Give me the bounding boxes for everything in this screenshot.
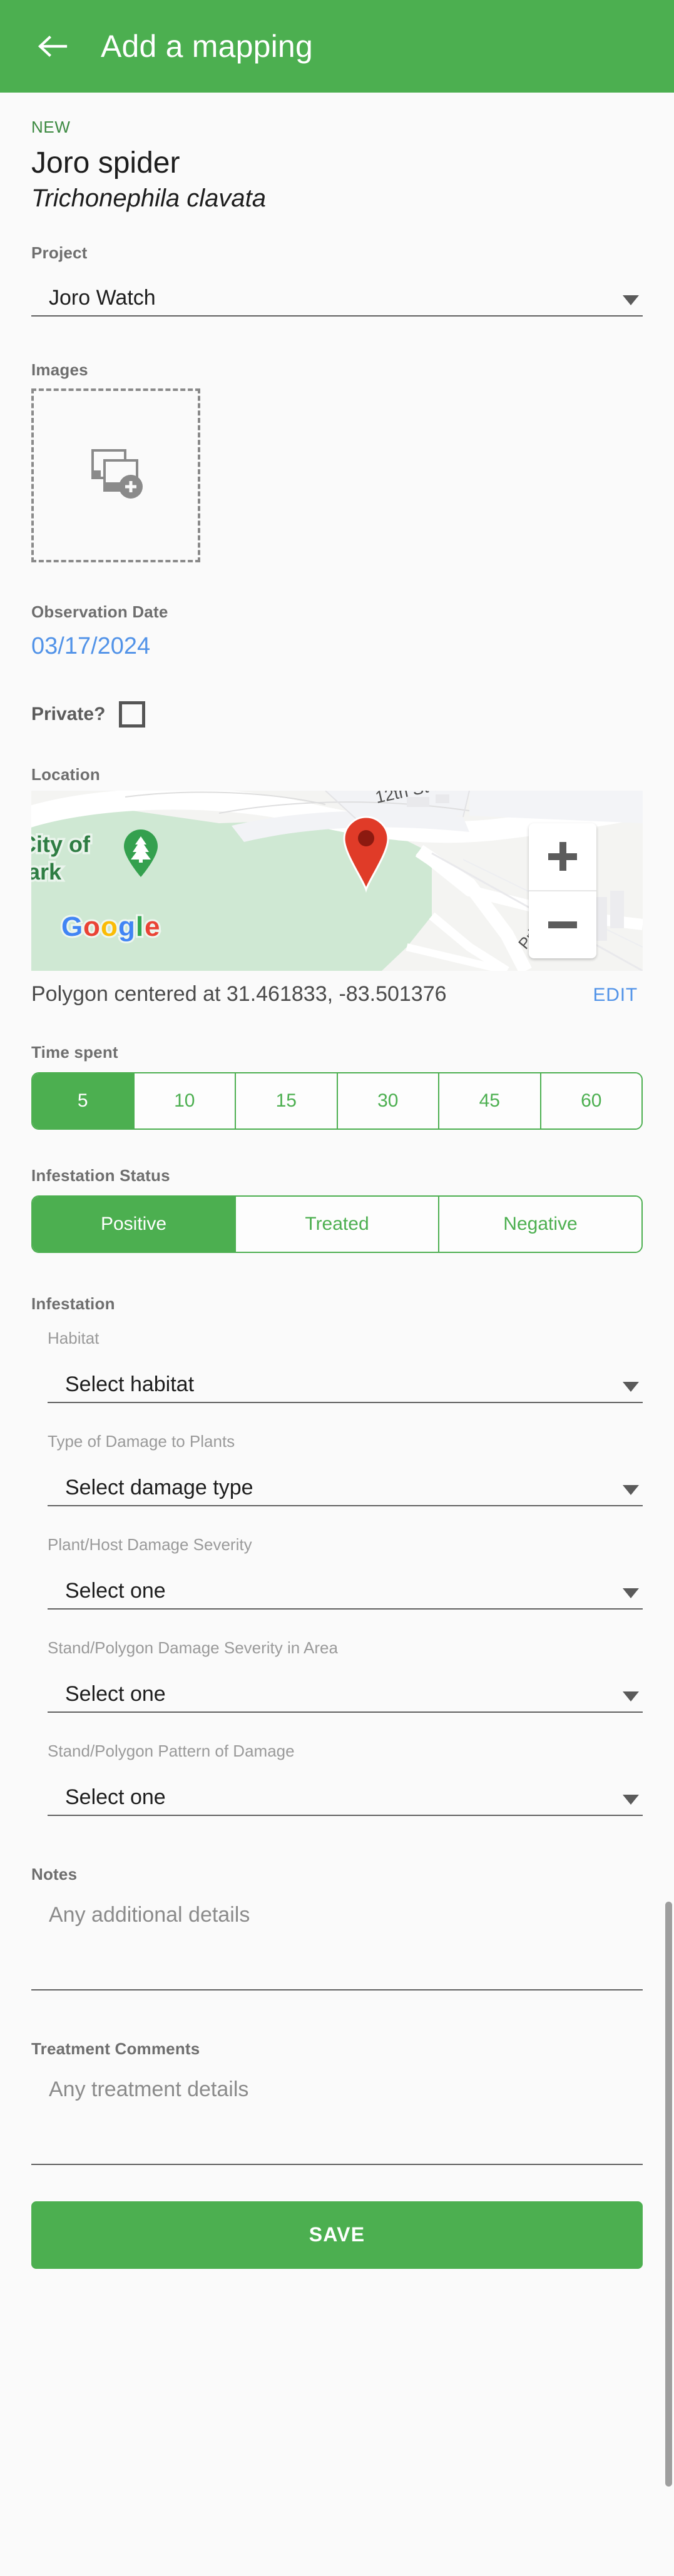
time-spent-option-30[interactable]: 30 bbox=[337, 1073, 439, 1128]
stand-polygon-damage-severity-select[interactable]: Select one bbox=[48, 1674, 643, 1713]
species-scientific-name: Trichonephila clavata bbox=[31, 184, 267, 212]
time-spent-segmented-control: 5 10 15 30 45 60 bbox=[31, 1072, 643, 1130]
infestation-status-option-negative[interactable]: Negative bbox=[439, 1196, 641, 1252]
stand-polygon-pattern-of-damage-field: Stand/Polygon Pattern of Damage Select o… bbox=[48, 1742, 643, 1816]
species-common-name: Joro spider bbox=[31, 146, 180, 180]
infestation-section: Infestation Habitat Select habitat Type … bbox=[31, 1294, 643, 1816]
chevron-down-icon bbox=[623, 1484, 639, 1495]
map-zoom-out-button[interactable] bbox=[529, 890, 596, 958]
edit-location-link[interactable]: EDIT bbox=[593, 985, 638, 1006]
stand-polygon-pattern-of-damage-value: Select one bbox=[65, 1785, 166, 1809]
map-zoom-controls bbox=[529, 823, 596, 958]
plant-host-damage-severity-value: Select one bbox=[65, 1578, 166, 1603]
time-spent-option-45[interactable]: 45 bbox=[439, 1073, 541, 1128]
map-zoom-in-button[interactable] bbox=[529, 823, 596, 890]
location-field: Location ity of ark G o o g l e Polygon … bbox=[31, 765, 643, 1007]
time-spent-option-60[interactable]: 60 bbox=[541, 1073, 641, 1128]
stand-polygon-pattern-of-damage-select[interactable]: Select one bbox=[48, 1777, 643, 1816]
time-spent-option-5[interactable]: 5 bbox=[33, 1073, 135, 1128]
damage-type-field: Type of Damage to Plants Select damage t… bbox=[48, 1432, 643, 1506]
vertical-scrollbar[interactable] bbox=[665, 1902, 672, 2487]
notes-placeholder: Any additional details bbox=[49, 1902, 250, 1927]
form-body: NEW Joro spider Trichonephila clavata Pr… bbox=[0, 118, 674, 2269]
observation-date-value[interactable]: 03/17/2024 bbox=[31, 633, 643, 660]
private-field: Private? bbox=[31, 701, 643, 728]
page-title: Add a mapping bbox=[101, 29, 313, 64]
images-label: Images bbox=[31, 360, 88, 379]
location-label: Location bbox=[31, 764, 100, 784]
status-badge: NEW bbox=[31, 118, 71, 136]
stand-polygon-damage-severity-field: Stand/Polygon Damage Severity in Area Se… bbox=[48, 1638, 643, 1713]
infestation-fields: Habitat Select habitat Type of Damage to… bbox=[31, 1329, 643, 1816]
habitat-select-value: Select habitat bbox=[65, 1372, 195, 1396]
images-field: Images bbox=[31, 360, 643, 562]
time-spent-label: Time spent bbox=[31, 1042, 118, 1062]
infestation-status-option-treated[interactable]: Treated bbox=[236, 1196, 439, 1252]
project-select[interactable]: Joro Watch bbox=[31, 278, 643, 317]
observation-date-field: Observation Date 03/17/2024 bbox=[31, 602, 643, 660]
project-select-value: Joro Watch bbox=[49, 285, 156, 310]
minus-icon bbox=[548, 910, 577, 939]
plant-host-damage-severity-field: Plant/Host Damage Severity Select one bbox=[48, 1535, 643, 1610]
notes-label: Notes bbox=[31, 1864, 78, 1884]
plant-host-damage-severity-select[interactable]: Select one bbox=[48, 1571, 643, 1610]
stand-polygon-pattern-of-damage-label: Stand/Polygon Pattern of Damage bbox=[48, 1741, 295, 1760]
treatment-comments-label: Treatment Comments bbox=[31, 2039, 200, 2058]
habitat-label: Habitat bbox=[48, 1328, 100, 1347]
stand-polygon-damage-severity-label: Stand/Polygon Damage Severity in Area bbox=[48, 1638, 338, 1657]
app-bar: Add a mapping bbox=[0, 0, 674, 93]
project-label: Project bbox=[31, 243, 88, 262]
location-map[interactable]: City of Park 12th St E Prince Ave bbox=[31, 790, 643, 971]
habitat-select[interactable]: Select habitat bbox=[48, 1364, 643, 1403]
notes-input[interactable]: Any additional details bbox=[31, 1903, 643, 1990]
damage-type-label: Type of Damage to Plants bbox=[48, 1431, 235, 1451]
damage-type-select-value: Select damage type bbox=[65, 1475, 253, 1499]
save-button[interactable]: SAVE bbox=[31, 2201, 643, 2269]
image-upload-dropzone[interactable] bbox=[31, 388, 200, 562]
plant-host-damage-severity-label: Plant/Host Damage Severity bbox=[48, 1534, 252, 1554]
private-checkbox[interactable] bbox=[119, 701, 146, 728]
time-spent-option-10[interactable]: 10 bbox=[134, 1073, 236, 1128]
polygon-summary-row: Polygon centered at 31.461833, -83.50137… bbox=[31, 982, 643, 1007]
chevron-down-icon bbox=[623, 1794, 639, 1805]
habitat-field: Habitat Select habitat bbox=[48, 1329, 643, 1403]
chevron-down-icon bbox=[623, 1588, 639, 1598]
observation-date-label: Observation Date bbox=[31, 602, 168, 621]
treatment-comments-input[interactable]: Any treatment details bbox=[31, 2077, 643, 2165]
arrow-left-icon[interactable] bbox=[34, 28, 71, 64]
infestation-status-option-positive[interactable]: Positive bbox=[33, 1196, 236, 1252]
infestation-status-label: Infestation Status bbox=[31, 1165, 170, 1185]
time-spent-field: Time spent 5 10 15 30 45 60 bbox=[31, 1043, 643, 1130]
chevron-down-icon bbox=[623, 295, 639, 305]
infestation-label: Infestation bbox=[31, 1294, 115, 1313]
infestation-status-field: Infestation Status Positive Treated Nega… bbox=[31, 1166, 643, 1253]
treatment-comments-placeholder: Any treatment details bbox=[49, 2077, 249, 2101]
time-spent-option-15[interactable]: 15 bbox=[236, 1073, 338, 1128]
treatment-comments-field: Treatment Comments Any treatment details bbox=[31, 2039, 643, 2165]
damage-type-select[interactable]: Select damage type bbox=[48, 1468, 643, 1506]
project-field: Project Joro Watch bbox=[31, 243, 643, 317]
add-mapping-screen: Add a mapping NEW Joro spider Trichoneph… bbox=[0, 0, 674, 2576]
private-label: Private? bbox=[31, 703, 106, 724]
chevron-down-icon bbox=[623, 1691, 639, 1701]
notes-field: Notes Any additional details bbox=[31, 1865, 643, 1990]
stand-polygon-damage-severity-value: Select one bbox=[65, 1681, 166, 1706]
chevron-down-icon bbox=[623, 1381, 639, 1392]
add-photos-icon bbox=[87, 447, 145, 504]
plus-icon bbox=[548, 842, 577, 871]
infestation-status-segmented-control: Positive Treated Negative bbox=[31, 1195, 643, 1253]
polygon-center-text: Polygon centered at 31.461833, -83.50137… bbox=[31, 981, 447, 1006]
